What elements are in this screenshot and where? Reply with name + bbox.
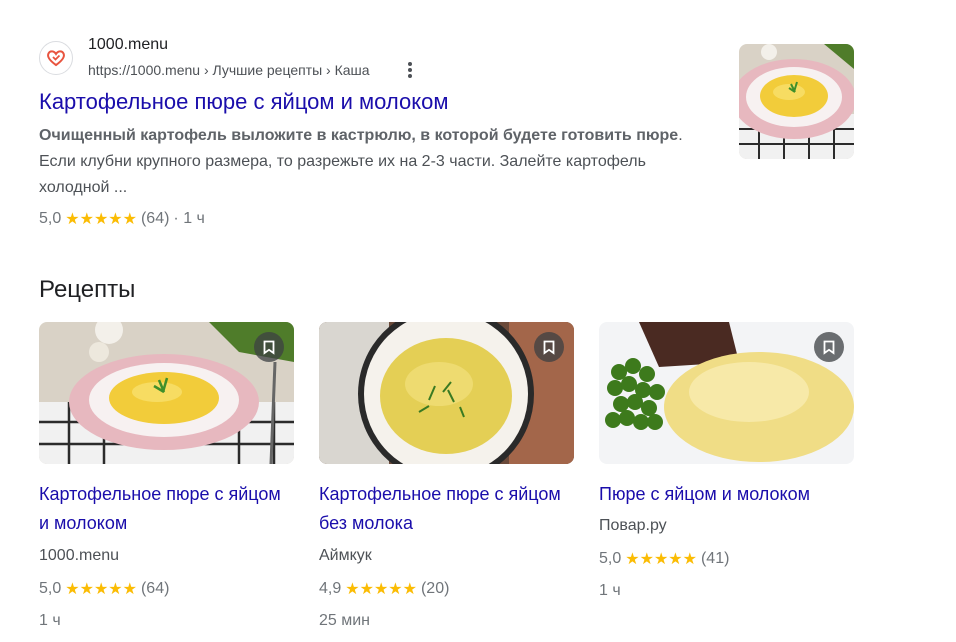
review-count: (20) xyxy=(420,580,450,597)
bookmark-icon xyxy=(263,340,275,355)
rating-stars-icon: ★★★★★ xyxy=(65,211,137,228)
save-recipe-button[interactable] xyxy=(534,332,564,362)
save-recipe-button[interactable] xyxy=(254,332,284,362)
recipe-card-rating-row: 5,0 ★★★★★ (41) xyxy=(599,549,729,569)
result-title-link[interactable]: Картофельное пюре с яйцом и молоком xyxy=(39,89,448,115)
recipe-card-time: 1 ч xyxy=(599,582,621,599)
rating-stars-icon: ★★★★★ xyxy=(65,581,137,598)
recipe-card-time: 1 ч xyxy=(39,612,61,629)
breadcrumb[interactable]: https://1000.menu › Лучшие рецепты › Каш… xyxy=(88,62,370,78)
rating-value: 5,0 xyxy=(39,580,62,597)
bookmark-icon xyxy=(543,340,555,355)
review-count: (64) xyxy=(140,580,170,597)
recipe-card-source: Аймкук xyxy=(319,547,372,564)
recipes-section-title: Рецепты xyxy=(39,276,136,303)
result-rating-row: 5,0 ★★★★★ (64) · 1 ч xyxy=(39,209,205,229)
save-recipe-button[interactable] xyxy=(814,332,844,362)
review-count: (41) xyxy=(700,550,730,567)
recipe-card-source: 1000.menu xyxy=(39,547,120,564)
recipe-card-image[interactable] xyxy=(599,322,854,464)
recipe-card-time: 25 мин xyxy=(319,612,371,629)
result-thumbnail[interactable] xyxy=(739,44,854,159)
snippet-bold: Очищенный картофель выложите в кастрюлю,… xyxy=(39,127,679,144)
site-favicon[interactable] xyxy=(39,41,73,75)
rating-value: 5,0 xyxy=(39,210,62,227)
recipe-card-title[interactable]: Картофельное пюре с яйцом без молока xyxy=(319,480,569,538)
site-name[interactable]: 1000.menu xyxy=(88,36,168,54)
recipe-card-title[interactable]: Пюре с яйцом и молоком xyxy=(599,480,849,509)
cook-time: · 1 ч xyxy=(173,210,205,227)
bookmark-icon xyxy=(823,340,835,355)
recipe-card-image[interactable] xyxy=(319,322,574,464)
recipe-card-rating-row: 4,9 ★★★★★ (20) xyxy=(319,579,449,599)
rating-value: 5,0 xyxy=(599,550,622,567)
result-snippet: Очищенный картофель выложите в кастрюлю,… xyxy=(39,123,699,201)
recipe-card-source: Повар.ру xyxy=(599,517,667,534)
recipe-card-title[interactable]: Картофельное пюре с яйцом и молоком xyxy=(39,480,289,538)
review-count: (64) xyxy=(140,210,170,227)
rating-stars-icon: ★★★★★ xyxy=(625,551,697,568)
rating-value: 4,9 xyxy=(319,580,342,597)
heart-logo-icon xyxy=(47,50,65,67)
recipe-card-image[interactable] xyxy=(39,322,294,464)
recipe-card-rating-row: 5,0 ★★★★★ (64) xyxy=(39,579,169,599)
more-options-icon[interactable] xyxy=(402,60,418,80)
rating-stars-icon: ★★★★★ xyxy=(345,581,417,598)
